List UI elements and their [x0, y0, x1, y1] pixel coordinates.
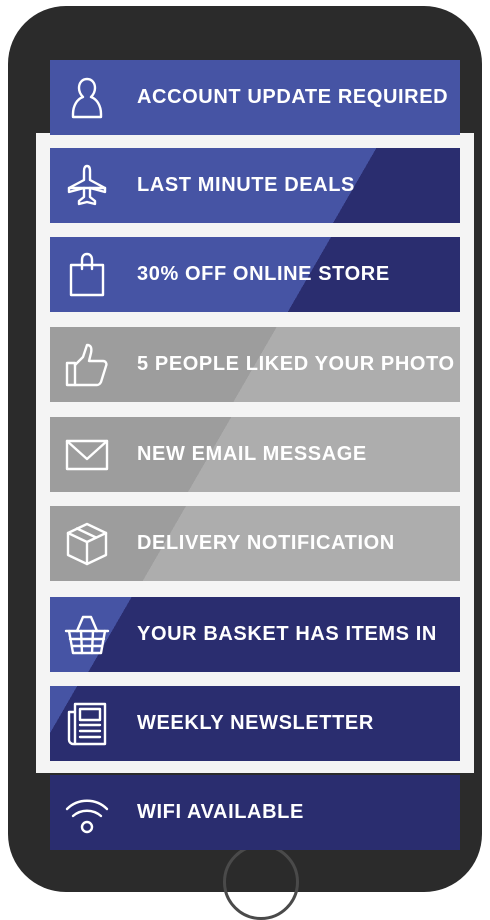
- notification-label: 30% OFF ONLINE STORE: [137, 263, 390, 285]
- notification-label: WIFI AVAILABLE: [137, 801, 304, 823]
- notification-label: LAST MINUTE DEALS: [137, 174, 355, 196]
- notification-label: NEW EMAIL MESSAGE: [137, 443, 367, 465]
- notification-wifi[interactable]: WIFI AVAILABLE: [50, 775, 460, 850]
- envelope-icon: [60, 428, 114, 482]
- wifi-icon: [60, 786, 114, 840]
- thumbs-up-icon: [60, 338, 114, 392]
- notification-label: 5 PEOPLE LIKED YOUR PHOTO: [137, 353, 455, 375]
- airplane-icon: [60, 159, 114, 213]
- notification-account-update[interactable]: ACCOUNT UPDATE REQUIRED: [50, 60, 460, 135]
- home-button[interactable]: [223, 844, 299, 920]
- newspaper-icon: [60, 697, 114, 751]
- basket-icon: [60, 608, 114, 662]
- notification-photo-likes[interactable]: 5 PEOPLE LIKED YOUR PHOTO: [50, 327, 460, 402]
- notification-delivery[interactable]: DELIVERY NOTIFICATION: [50, 506, 460, 581]
- package-icon: [60, 517, 114, 571]
- shopping-bag-icon: [60, 248, 114, 302]
- notification-label: ACCOUNT UPDATE REQUIRED: [137, 86, 449, 108]
- notification-new-email[interactable]: NEW EMAIL MESSAGE: [50, 417, 460, 492]
- notification-label: YOUR BASKET HAS ITEMS IN: [137, 623, 437, 645]
- notification-basket[interactable]: YOUR BASKET HAS ITEMS IN: [50, 597, 460, 672]
- notification-label: DELIVERY NOTIFICATION: [137, 532, 395, 554]
- user-icon: [60, 71, 114, 125]
- notification-newsletter[interactable]: WEEKLY NEWSLETTER: [50, 686, 460, 761]
- notification-online-store[interactable]: 30% OFF ONLINE STORE: [50, 237, 460, 312]
- notification-last-minute-deals[interactable]: LAST MINUTE DEALS: [50, 148, 460, 223]
- notification-label: WEEKLY NEWSLETTER: [137, 712, 374, 734]
